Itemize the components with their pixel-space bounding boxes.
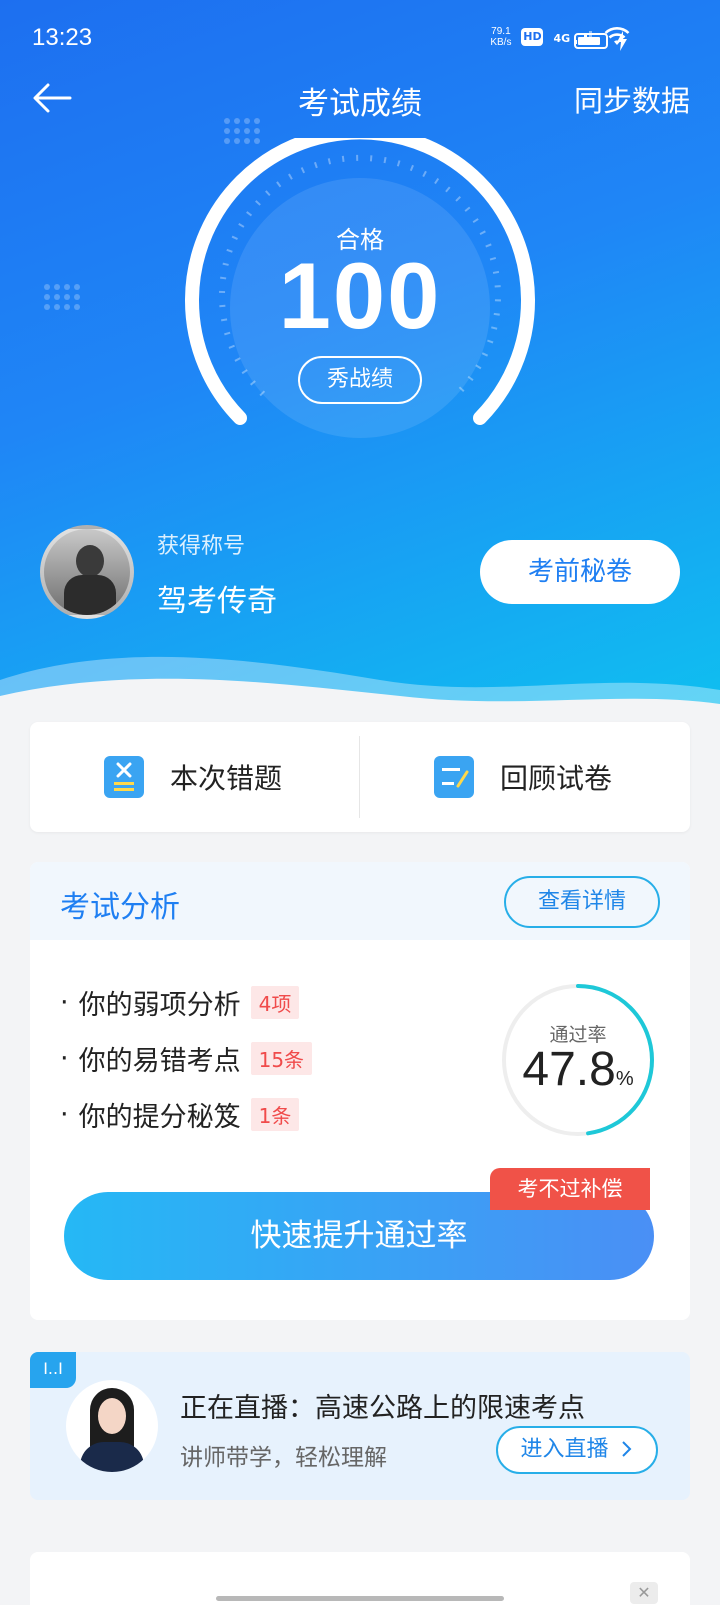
status-time: 13:23 [32, 24, 93, 51]
count-badge: 15条 [250, 1041, 313, 1075]
status-icons: 79.1 KB/s HD 4G [490, 26, 630, 48]
analysis-header: 考试分析 查看详情 [30, 862, 690, 940]
count-badge: 1条 [250, 1097, 300, 1131]
live-banner[interactable]: I..I 正在直播：高速公路上的限速考点 讲师带学，轻松理解 进入直播 [30, 1352, 690, 1500]
chevron-right-icon [621, 1441, 631, 1457]
hero-wave [0, 656, 720, 720]
honor-title: 驾考传奇 [157, 584, 277, 619]
item-label: 你的易错考点 [78, 1045, 241, 1077]
enter-live-button[interactable]: 进入直播 [496, 1426, 658, 1474]
live-badge: I..I [30, 1352, 76, 1388]
review-paper-label: 回顾试卷 [500, 762, 613, 795]
analysis-title: 考试分析 [60, 890, 180, 925]
wrong-questions-button[interactable]: 本次错题 [104, 722, 282, 832]
list-item[interactable]: · 你的提分秘笈 1条 [60, 1086, 312, 1142]
show-record-button[interactable]: 秀战绩 [298, 356, 422, 404]
list-item[interactable]: · 你的弱项分析 4项 [60, 974, 312, 1030]
pass-rate-unit: % [615, 1068, 634, 1090]
divider [359, 736, 360, 818]
list-item[interactable]: · 你的易错考点 15条 [60, 1030, 313, 1086]
pass-rate-display: 通过率 47.8% [498, 980, 658, 1140]
close-icon[interactable]: ✕ [630, 1582, 658, 1604]
teacher-avatar [66, 1380, 158, 1472]
view-details-button[interactable]: 查看详情 [504, 876, 660, 928]
exam-analysis-card: 考试分析 查看详情 · 你的弱项分析 4项 · 你的易错考点 15条 · 你的提… [30, 862, 690, 1320]
analysis-list: · 你的弱项分析 4项 · 你的易错考点 15条 · 你的提分秘笈 1条 [60, 974, 313, 1142]
review-paper-icon [434, 756, 474, 798]
battery-icon [574, 33, 608, 49]
decor-dots [44, 284, 80, 310]
wrong-questions-icon [104, 756, 144, 798]
network-speed-value: 79.1 [491, 26, 511, 37]
honor-label: 获得称号 [157, 534, 246, 559]
hd-icon: HD [521, 28, 544, 46]
compensation-badge: 考不过补偿 [490, 1168, 650, 1210]
network-speed-unit: KB/s [490, 37, 512, 48]
charging-icon [617, 31, 627, 51]
nav-bar: 考试成绩 同步数据 [0, 70, 720, 126]
network-speed: 79.1 KB/s [490, 26, 511, 48]
sync-data-button[interactable]: 同步数据 [574, 78, 690, 120]
live-title: 正在直播：高速公路上的限速考点 [180, 1393, 585, 1424]
pass-rate-number: 47.8 [522, 1043, 616, 1096]
avatar[interactable] [40, 525, 134, 619]
live-subtitle: 讲师带学，轻松理解 [180, 1445, 387, 1471]
item-label: 你的提分秘笈 [78, 1101, 241, 1133]
score-value: 100 [278, 243, 442, 348]
status-bar: 13:23 79.1 KB/s HD 4G [0, 0, 720, 80]
review-paper-button[interactable]: 回顾试卷 [434, 722, 612, 832]
count-badge: 4项 [250, 985, 300, 1019]
wrong-questions-label: 本次错题 [170, 762, 283, 795]
home-indicator[interactable] [216, 1596, 504, 1601]
network-type: 4G [553, 31, 571, 45]
pre-exam-secret-button[interactable]: 考前秘卷 [480, 540, 680, 604]
pass-rate-value: 47.8% [498, 1042, 658, 1097]
action-card: 本次错题 回顾试卷 [30, 722, 690, 832]
enter-live-label: 进入直播 [520, 1437, 609, 1462]
item-label: 你的弱项分析 [78, 989, 241, 1021]
